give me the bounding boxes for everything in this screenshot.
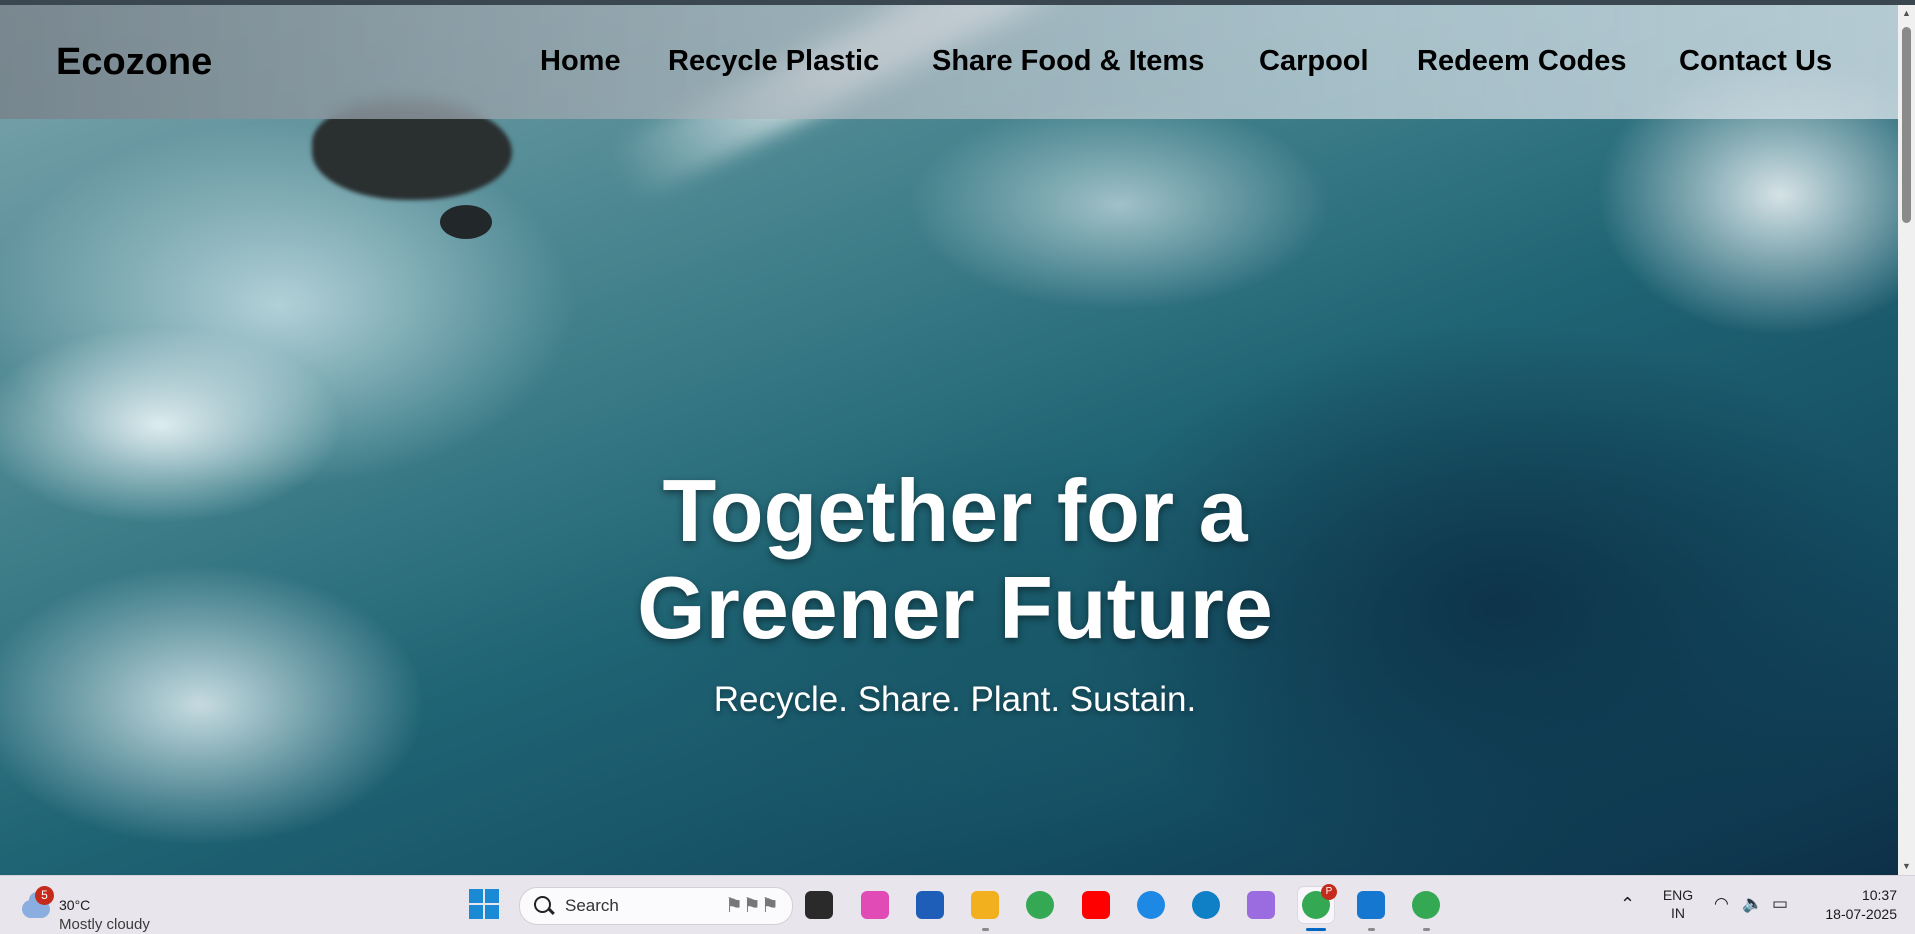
chrome-profile-2-glyph — [1412, 891, 1440, 919]
hero-headline: Together for a Greener Future — [520, 462, 1390, 656]
search-placeholder: Search — [565, 896, 619, 915]
scroll-up-arrow-icon[interactable]: ▲ — [1898, 5, 1915, 22]
file-explorer-icon[interactable] — [966, 886, 1004, 924]
hero-section — [0, 5, 1898, 875]
nav-redeem-codes[interactable]: Redeem Codes — [1417, 45, 1627, 78]
microsoft-store-icon[interactable] — [911, 886, 949, 924]
edge-icon[interactable] — [1187, 886, 1225, 924]
microsoft-store-glyph — [916, 891, 944, 919]
nav-contact-us[interactable]: Contact Us — [1679, 45, 1832, 78]
taskbar: 5 30°C Mostly cloudy Search ⚑⚑⚑ P ⌃ ENG … — [0, 875, 1915, 934]
chrome-icon[interactable] — [1021, 886, 1059, 924]
hero-tagline: Recycle. Share. Plant. Sustain. — [713, 680, 1197, 719]
help-glyph — [1137, 891, 1165, 919]
clock-time: 10:37 — [1861, 887, 1897, 903]
region-code: IN — [1671, 905, 1685, 921]
file-explorer-glyph — [971, 891, 999, 919]
weather-temperature: 30°C — [59, 897, 91, 913]
nav-carpool[interactable]: Carpool — [1259, 45, 1369, 78]
chrome-glyph — [1026, 891, 1054, 919]
weather-condition: Mostly cloudy — [59, 916, 150, 933]
scroll-down-arrow-icon[interactable]: ▼ — [1898, 858, 1915, 875]
app-running-indicator — [1306, 928, 1326, 931]
copilot-glyph — [861, 891, 889, 919]
language-indicator[interactable]: ENG IN — [1660, 886, 1696, 922]
help-icon[interactable] — [1132, 886, 1170, 924]
search-highlight-icon: ⚑⚑⚑ — [725, 895, 779, 917]
volume-icon[interactable]: 🔈 — [1742, 894, 1763, 914]
hero-rock-small — [440, 205, 492, 239]
chrome-profile-icon[interactable]: P — [1297, 884, 1337, 924]
chrome-profile-2-icon[interactable] — [1407, 886, 1445, 924]
weather-badge: 5 — [35, 886, 54, 905]
wifi-icon[interactable]: ◠ — [1714, 894, 1729, 914]
scroll-thumb[interactable] — [1902, 27, 1911, 223]
search-icon — [534, 896, 551, 913]
vscode-glyph — [1357, 891, 1385, 919]
windows-start-icon[interactable] — [469, 889, 500, 920]
battery-icon[interactable]: ▭ — [1772, 894, 1788, 914]
nav-home[interactable]: Home — [540, 45, 621, 78]
gemini-icon[interactable] — [1242, 886, 1280, 924]
youtube-glyph — [1082, 891, 1110, 919]
task-view-glyph — [805, 891, 833, 919]
app-running-indicator — [981, 928, 989, 931]
copilot-icon[interactable] — [856, 886, 894, 924]
app-running-indicator — [1367, 928, 1375, 931]
youtube-icon[interactable] — [1077, 886, 1115, 924]
nav-share-food-items[interactable]: Share Food & Items — [932, 45, 1204, 78]
app-running-indicator — [1422, 928, 1430, 931]
navbar: Ecozone Home Recycle Plastic Share Food … — [0, 5, 1898, 119]
hero-headline-line1: Together for a — [662, 461, 1248, 560]
task-view-icon[interactable] — [800, 886, 838, 924]
clock-date: 18-07-2025 — [1825, 906, 1897, 922]
nav-recycle-plastic[interactable]: Recycle Plastic — [668, 45, 879, 78]
language-code: ENG — [1662, 887, 1694, 903]
taskbar-clock[interactable]: 10:37 18-07-2025 — [1797, 886, 1897, 924]
taskbar-search[interactable]: Search ⚑⚑⚑ — [519, 887, 793, 925]
vscode-icon[interactable] — [1352, 886, 1390, 924]
hero-headline-line2: Greener Future — [637, 558, 1273, 657]
app-badge: P — [1321, 884, 1337, 900]
weather-widget[interactable]: 5 30°C Mostly cloudy — [18, 886, 168, 933]
page-scrollbar[interactable]: ▲ ▼ — [1898, 5, 1915, 875]
edge-glyph — [1192, 891, 1220, 919]
main-nav: Home Recycle Plastic Share Food & Items … — [0, 45, 1898, 85]
gemini-glyph — [1247, 891, 1275, 919]
tray-chevron-up-icon[interactable]: ⌃ — [1620, 894, 1635, 915]
